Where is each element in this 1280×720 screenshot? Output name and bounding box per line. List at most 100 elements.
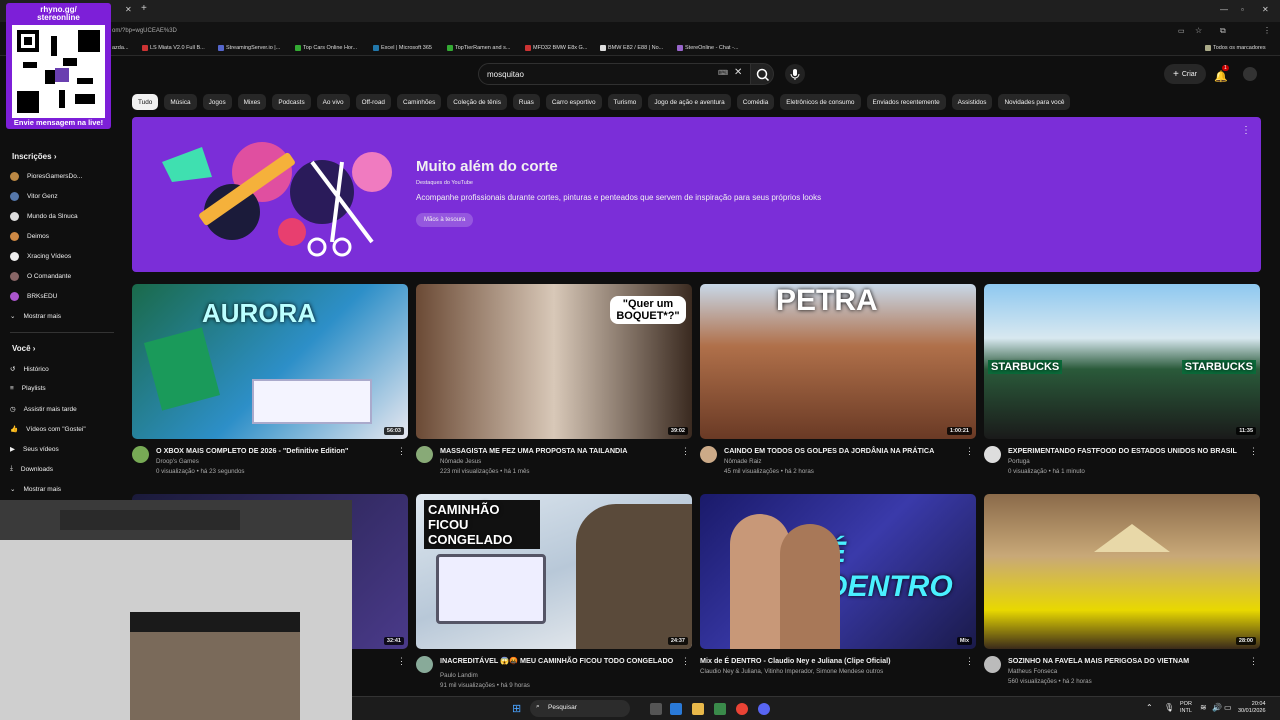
sidebar-item-history[interactable]: ↺ Histórico [10,365,49,374]
sidebar-item-sub[interactable]: PioresGamersDo... [10,172,82,181]
keyboard-icon[interactable]: ⌨ [718,69,728,77]
chip[interactable]: Jogo de ação e aventura [648,94,731,110]
video-thumbnail[interactable]: STARBUCKS STARBUCKS 11:35 [984,284,1260,439]
channel-avatar[interactable] [984,446,1001,463]
sidebar-item-sub[interactable]: Xracing Vídeos [10,252,71,261]
video-card[interactable]: CAMINHÃO FICOU CONGELADO 24:37 INACREDIT… [416,494,692,694]
sidebar-item-sub[interactable]: Deimos [10,232,49,241]
video-thumbnail[interactable]: AURORA 56:03 [132,284,408,439]
banner-button[interactable]: Mãos à tesoura [416,213,474,227]
more-options-icon[interactable]: ⋮ [397,446,406,457]
sidebar-item-liked[interactable]: 👍 Vídeos com "Gostei" [10,425,86,434]
chip[interactable]: Turismo [607,94,643,110]
star-icon[interactable]: ☆ [1195,26,1202,35]
more-options-icon[interactable]: ⋮ [965,656,974,667]
video-card[interactable]: PETRA 1:00:21 CAINDO EM TODOS OS GOLPES … [700,284,976,484]
sidebar-item-your-videos[interactable]: ▶ Seus vídeos [10,445,59,454]
chip[interactable]: Ao vivo [316,94,350,110]
sidebar-item-sub[interactable]: Mundo da Slnuca [10,212,78,221]
chip[interactable]: Eletrônicos de consumo [780,94,861,110]
sidebar-item-watch-later[interactable]: ◷ Assistir mais tarde [10,405,77,414]
chip[interactable]: Jogos [202,94,232,110]
you-heading[interactable]: Você › [12,344,35,353]
bookmark[interactable]: TopTierRamen and s... [447,45,510,51]
channel-name[interactable]: Droop's Games [156,458,199,465]
video-card[interactable]: STARBUCKS STARBUCKS 11:35 EXPERIMENTANDO… [984,284,1260,484]
chip[interactable]: Tudo [132,94,159,110]
bookmark[interactable]: BMW E82 / E88 | No... [600,45,663,51]
chip[interactable]: Assistidos [951,94,993,110]
chrome-icon[interactable] [736,703,748,715]
video-thumbnail[interactable]: "Quer um BOQUET*?" 39:02 [416,284,692,439]
video-title[interactable]: CAINDO EM TODOS OS GOLPES DA JORDÂNIA NA… [724,446,964,455]
chip[interactable]: Coleção de tênis [447,94,507,110]
windows-start-icon[interactable]: ⊞ [512,702,521,715]
store-icon[interactable] [714,703,726,715]
sidebar-item-sub[interactable]: BRKsEDU [10,292,57,301]
chip[interactable]: Novidades para você [998,94,1071,110]
language-indicator[interactable]: POR INTL [1180,701,1192,715]
chip[interactable]: Off-road [355,94,391,110]
all-bookmarks[interactable]: Todos os marcadores [1205,45,1266,51]
sidebar-item-sub[interactable]: O Comandante [10,272,71,281]
minimize-icon[interactable]: — [1220,5,1228,14]
new-tab-icon[interactable]: + [141,3,147,14]
chip[interactable]: Música [164,94,197,110]
sidebar-show-more[interactable]: ⌄ Mostrar mais [10,485,61,494]
video-thumbnail[interactable]: É DENTRO Mix [700,494,976,649]
close-window-icon[interactable]: ✕ [1262,5,1269,14]
banner-menu-icon[interactable]: ⋮ [1241,125,1251,136]
chip[interactable]: Caminhões [396,94,442,110]
menu-icon[interactable]: ⋮ [1263,26,1271,35]
chip[interactable]: Enviados recentemente [866,94,946,110]
video-thumbnail[interactable]: 28:00 [984,494,1260,649]
channel-avatar[interactable] [416,446,433,463]
address-bar[interactable]: om/?bp=wgUCEAE%3D ▭ ☆ ⧉ ⋮ [0,22,1280,42]
channel-name[interactable]: Portuga [1008,458,1030,465]
video-card[interactable]: 28:00 SOZINHO NA FAVELA MAIS PERIGOSA DO… [984,494,1260,694]
video-thumbnail[interactable]: PETRA 1:00:21 [700,284,976,439]
video-title[interactable]: EXPERIMENTANDO FASTFOOD DO ESTADOS UNIDO… [1008,446,1248,455]
bookmark[interactable]: StereOnline - Chat -... [677,45,739,51]
channel-name[interactable]: Claudio Ney & Juliana, Vitinho Imperador… [700,668,883,675]
more-options-icon[interactable]: ⋮ [1249,446,1258,457]
video-title[interactable]: Mix de É DENTRO - Claudio Ney e Juliana … [700,656,940,665]
wifi-icon[interactable]: ≋ [1200,703,1207,712]
video-title[interactable]: INACREDITÁVEL 😱🤬 MEU CAMINHÃO FICOU TODO… [440,656,680,665]
channel-name[interactable]: Nômade Jesus [440,458,481,465]
more-options-icon[interactable]: ⋮ [681,446,690,457]
search-button[interactable] [750,63,774,85]
chip[interactable]: Comédia [736,94,775,110]
chip[interactable]: Podcasts [272,94,311,110]
url-text[interactable]: om/?bp=wgUCEAE%3D [112,28,177,34]
file-explorer-icon[interactable] [692,703,704,715]
chip[interactable]: Carro esportivo [545,94,602,110]
sidebar-item-playlists[interactable]: ≡ Playlists [10,385,46,392]
more-options-icon[interactable]: ⋮ [1249,656,1258,667]
more-options-icon[interactable]: ⋮ [965,446,974,457]
channel-avatar[interactable] [132,446,149,463]
bookmark[interactable]: Top Cars Online Hor... [295,45,357,51]
video-thumbnail[interactable]: CAMINHÃO FICOU CONGELADO 24:37 [416,494,692,649]
clock[interactable]: 20:04 30/01/2026 [1238,701,1266,715]
more-options-icon[interactable]: ⋮ [397,656,406,667]
more-options-icon[interactable]: ⋮ [681,656,690,667]
notifications-button[interactable]: 🔔 1 [1214,65,1229,85]
sidebar-show-more[interactable]: ⌄ Mostrar mais [10,312,61,321]
close-tab-icon[interactable]: ✕ [125,5,132,14]
promo-banner[interactable]: Muito além do corte Destaques do YouTube… [132,117,1261,272]
video-title[interactable]: O XBOX MAIS COMPLETO DE 2026 - "Definiti… [156,446,396,455]
channel-name[interactable]: Paulo Landim [440,672,478,679]
channel-avatar[interactable] [416,656,433,673]
install-icon[interactable]: ▭ [1178,27,1185,35]
subscriptions-heading[interactable]: Inscrições › [12,152,56,161]
video-card[interactable]: É DENTRO Mix Mix de É DENTRO - Claudio N… [700,494,976,694]
volume-icon[interactable]: 🔊 [1212,703,1222,712]
extensions-icon[interactable]: ⧉ [1220,26,1226,36]
chevron-up-icon[interactable]: ⌃ [1146,703,1153,712]
channel-name[interactable]: Matheus Fonseca [1008,668,1057,675]
task-view-icon[interactable] [650,703,662,715]
bookmark[interactable]: MFD32 BMW E8x G... [525,45,587,51]
taskbar-search[interactable]: ⌕ Pesquisar [530,700,630,717]
channel-name[interactable]: Nômade Raiz [724,458,762,465]
